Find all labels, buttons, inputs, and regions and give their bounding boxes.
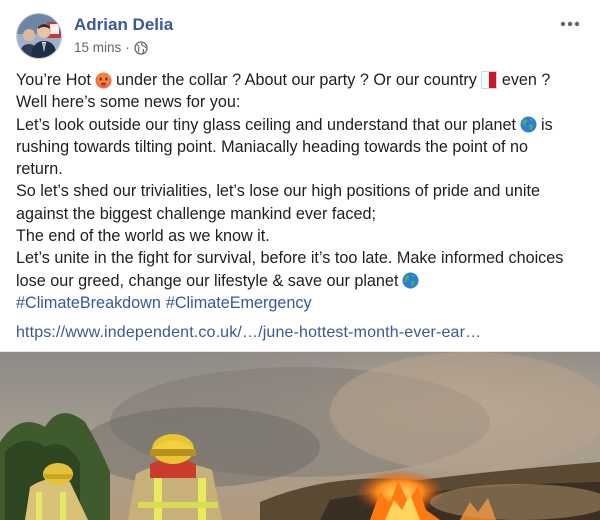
hashtag-climate-breakdown[interactable]: #ClimateBreakdown (16, 292, 161, 314)
post-text-segment: You’re Hot (16, 71, 91, 89)
facebook-post: Adrian Delia 15 mins · You’re Hot under … (0, 0, 600, 520)
post-line: Let’s look outside our tiny glass ceilin… (16, 114, 588, 136)
post-line: against the biggest challenge mankind ev… (16, 204, 376, 223)
post-line: Well here’s some news for you: (16, 93, 241, 112)
avatar-image (17, 14, 61, 58)
post-text-segment: is (541, 115, 553, 134)
meta-separator: · (125, 40, 130, 55)
post-timestamp[interactable]: 15 mins (74, 40, 121, 55)
author-avatar[interactable] (16, 13, 62, 59)
earth-globe-emoji (402, 272, 419, 289)
more-horizontal-icon (560, 21, 580, 27)
globe-icon[interactable] (134, 40, 148, 55)
author-name[interactable]: Adrian Delia (74, 15, 173, 35)
earth-globe-emoji (520, 116, 537, 133)
post-line: lose our greed, change our lifestyle & s… (16, 270, 588, 292)
post-text-segment: Let’s look outside our tiny glass ceilin… (16, 115, 517, 134)
post-line: return. (16, 160, 63, 179)
post-meta: 15 mins · (74, 40, 148, 55)
post-image[interactable] (0, 352, 600, 520)
post-text-segment: under the collar ? About our party ? Or … (116, 71, 477, 89)
post-line: The end of the world as we know it. (16, 227, 270, 246)
malta-flag-icon (480, 71, 497, 90)
post-line: You’re Hot under the collar ? About our … (16, 69, 588, 91)
post-header: Adrian Delia 15 mins · (16, 12, 584, 62)
hashtags-line: #ClimateBreakdown #ClimateEmergency (16, 292, 588, 314)
post-line: rushing towards tilting point. Maniacall… (16, 137, 529, 156)
post-text-segment: even ? (501, 71, 551, 89)
wildfire-photo (0, 352, 600, 520)
post-line: So let’s shed our trivialities, let’s lo… (16, 182, 540, 201)
post-text: You’re Hot under the collar ? About our … (16, 69, 588, 314)
article-link[interactable]: https://www.independent.co.uk/…/june-hot… (16, 324, 481, 342)
post-text-segment: lose our greed, change our lifestyle & s… (16, 271, 399, 290)
post-line: Let’s unite in the fight for survival, b… (16, 249, 564, 268)
hot-face-emoji (95, 72, 112, 89)
more-options-button[interactable] (556, 14, 584, 34)
hashtag-climate-emergency[interactable]: #ClimateEmergency (166, 292, 312, 314)
